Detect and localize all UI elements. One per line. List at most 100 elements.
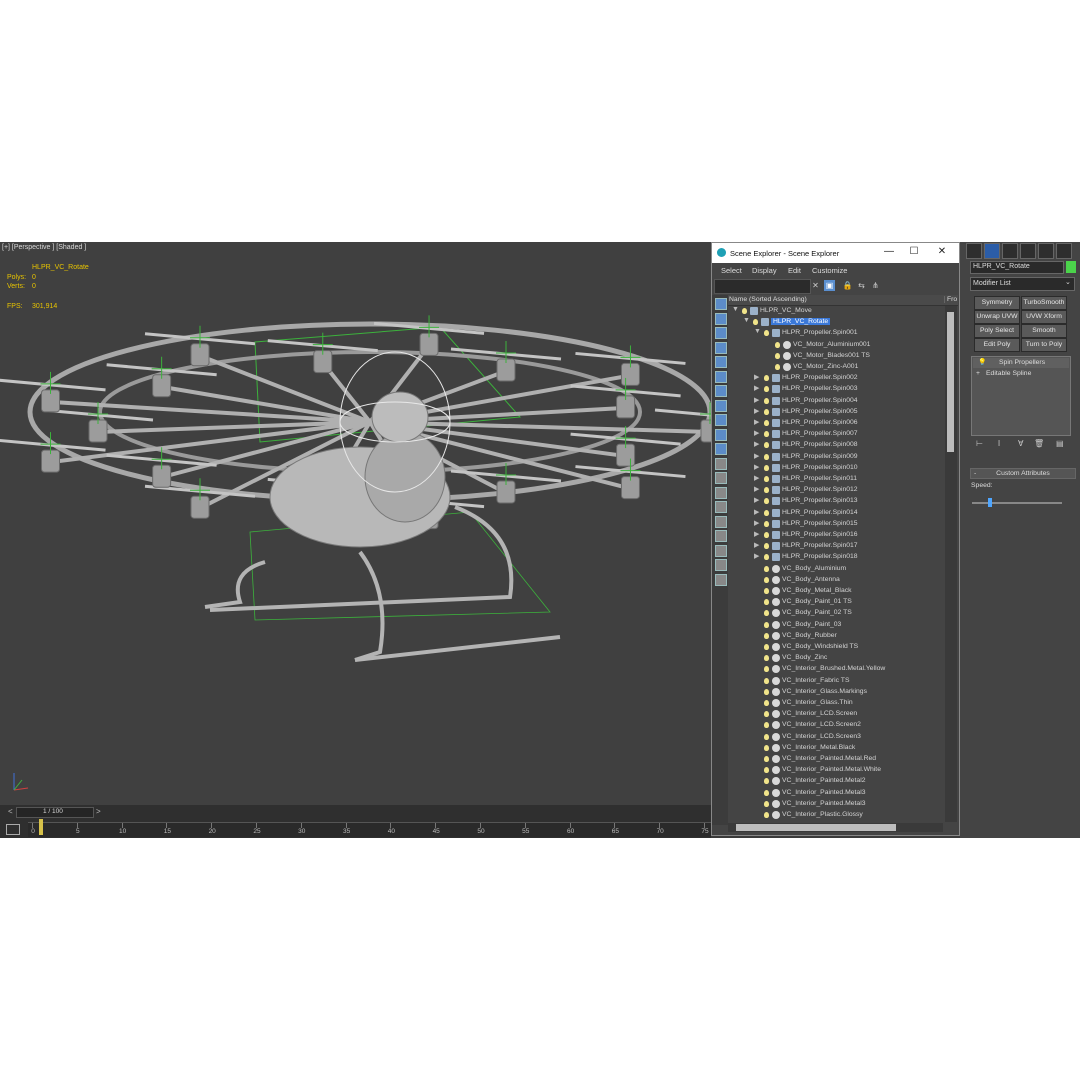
- explorer-tool-icon[interactable]: [715, 457, 727, 470]
- visibility-bulb-icon[interactable]: [775, 352, 780, 359]
- scene-list-row[interactable]: ▶ HLPR_Propeller.Spin012: [728, 485, 943, 496]
- visibility-bulb-icon[interactable]: [764, 408, 769, 415]
- turn-to-poly-button[interactable]: Turn to Poly: [1021, 338, 1067, 352]
- pin-stack-icon[interactable]: ⊢: [976, 439, 983, 448]
- scene-list-row[interactable]: VC_Interior_LCD.Screen2: [728, 720, 943, 731]
- scene-list-row[interactable]: ▼ HLPR_VC_Move: [728, 306, 943, 317]
- visibility-bulb-icon[interactable]: [764, 442, 769, 449]
- motion-tab-icon[interactable]: [1020, 243, 1036, 259]
- smooth-button[interactable]: Smooth: [1021, 324, 1067, 338]
- vertical-scrollbar[interactable]: [945, 306, 957, 822]
- visibility-bulb-icon[interactable]: [764, 800, 769, 807]
- column-name-header[interactable]: Name (Sorted Ascending): [729, 296, 807, 303]
- scene-list-row[interactable]: VC_Body_Windshield TS: [728, 642, 943, 653]
- visibility-bulb-icon[interactable]: [764, 733, 769, 740]
- scrollbar-thumb[interactable]: [947, 312, 954, 452]
- visibility-bulb-icon[interactable]: [764, 453, 769, 460]
- expand-arrow-icon[interactable]: ▶: [754, 373, 759, 381]
- visibility-bulb-icon[interactable]: [764, 509, 769, 516]
- scene-list-row[interactable]: ▶ HLPR_Propeller.Spin018: [728, 552, 943, 563]
- visibility-bulb-icon[interactable]: [764, 487, 769, 494]
- scene-list-row[interactable]: VC_Interior_Glass.Markings: [728, 687, 943, 698]
- visibility-bulb-icon[interactable]: [775, 341, 780, 348]
- scene-list-row[interactable]: VC_Body_Zinc: [728, 653, 943, 664]
- explorer-tool-icon[interactable]: [715, 370, 727, 383]
- scene-list-row[interactable]: ▶ HLPR_Propeller.Spin003: [728, 384, 943, 395]
- hierarchy-icon[interactable]: ⇆: [856, 280, 867, 291]
- scene-list-row[interactable]: ▶ HLPR_Propeller.Spin016: [728, 530, 943, 541]
- expand-arrow-icon[interactable]: ▶: [754, 496, 759, 504]
- visibility-bulb-icon[interactable]: [764, 700, 769, 706]
- explorer-tool-icon[interactable]: [715, 399, 727, 412]
- visibility-bulb-icon[interactable]: [764, 498, 769, 505]
- menu-display[interactable]: Display: [752, 266, 777, 275]
- stack-item-spin-propellers[interactable]: 💡 Spin Propellers: [973, 358, 1069, 368]
- expand-arrow-icon[interactable]: ▶: [754, 485, 759, 493]
- visibility-bulb-icon[interactable]: [764, 621, 769, 628]
- menu-select[interactable]: Select: [721, 266, 742, 275]
- scene-list-row[interactable]: VC_Interior_Painted.Metal2: [728, 776, 943, 787]
- create-tab-icon[interactable]: [966, 243, 982, 259]
- visibility-bulb-icon[interactable]: [764, 397, 769, 404]
- filter-toggle-icon[interactable]: ▣: [824, 280, 835, 291]
- scene-list-row[interactable]: VC_Interior_Painted.Metal3: [728, 788, 943, 799]
- scene-list-row[interactable]: VC_Interior_Plastic.Glossy: [728, 810, 943, 821]
- object-color-swatch[interactable]: [1066, 261, 1076, 273]
- scene-list-row[interactable]: VC_Interior_Fabric TS: [728, 676, 943, 687]
- expand-arrow-icon[interactable]: ▶: [754, 429, 759, 437]
- visibility-bulb-icon[interactable]: [764, 588, 769, 594]
- scene-list-row[interactable]: VC_Interior_Painted.Metal.Red: [728, 754, 943, 765]
- scene-list-row[interactable]: ▶ HLPR_Propeller.Spin007: [728, 429, 943, 440]
- visibility-bulb-icon[interactable]: [764, 543, 769, 550]
- scene-list-row[interactable]: VC_Interior_LCD.Screen3: [728, 732, 943, 743]
- scene-list-row[interactable]: ▶ HLPR_Propeller.Spin015: [728, 519, 943, 530]
- scene-list-row[interactable]: ▼ HLPR_VC_Rotate: [728, 317, 943, 328]
- column-frozen-header[interactable]: Fro: [944, 296, 957, 303]
- visibility-bulb-icon[interactable]: [764, 744, 769, 751]
- visibility-bulb-icon[interactable]: [764, 386, 769, 393]
- current-frame-marker[interactable]: [39, 819, 43, 835]
- expand-arrow-icon[interactable]: ▶: [754, 508, 759, 516]
- remove-modifier-icon[interactable]: 🗑: [1034, 439, 1044, 448]
- explorer-tool-icon[interactable]: [715, 327, 727, 339]
- visibility-bulb-icon[interactable]: [764, 610, 769, 617]
- expand-arrow-icon[interactable]: ▶: [754, 530, 759, 538]
- visibility-bulb-icon[interactable]: [764, 554, 769, 561]
- modifier-list-dropdown[interactable]: Modifier List ⌄: [970, 277, 1075, 291]
- explorer-tool-icon[interactable]: [715, 356, 727, 368]
- visibility-bulb-icon[interactable]: [764, 789, 769, 796]
- bulb-icon[interactable]: 💡: [978, 358, 986, 366]
- speed-slider-track[interactable]: [972, 502, 1062, 504]
- scene-list-row[interactable]: VC_Body_Rubber: [728, 631, 943, 642]
- expand-arrow-icon[interactable]: ▶: [754, 396, 759, 404]
- explorer-tool-icon[interactable]: [715, 515, 727, 528]
- visibility-bulb-icon[interactable]: [764, 767, 769, 774]
- uvw-xform-button[interactable]: UVW Xform: [1021, 310, 1067, 324]
- horizontal-scrollbar[interactable]: [728, 823, 943, 832]
- visibility-bulb-icon[interactable]: [764, 666, 769, 673]
- scene-list-row[interactable]: VC_Motor_Zinc-A001: [728, 362, 943, 373]
- expand-arrow-icon[interactable]: ▶: [754, 474, 759, 482]
- visibility-bulb-icon[interactable]: [764, 655, 769, 662]
- expand-arrow-icon[interactable]: ▶: [754, 552, 759, 560]
- explorer-tool-icon[interactable]: [715, 544, 727, 557]
- scene-list-row[interactable]: ▶ HLPR_Propeller.Spin009: [728, 452, 943, 463]
- explorer-tool-icon[interactable]: [715, 573, 727, 586]
- visibility-bulb-icon[interactable]: [764, 644, 769, 650]
- scrollbar-thumb[interactable]: [736, 824, 896, 831]
- next-frame-button[interactable]: >: [96, 807, 101, 816]
- expand-arrow-icon[interactable]: ▶: [754, 463, 759, 471]
- expand-arrow-icon[interactable]: ▶: [754, 519, 759, 527]
- visibility-bulb-icon[interactable]: [742, 308, 747, 314]
- visibility-bulb-icon[interactable]: [764, 420, 769, 426]
- scene-list-row[interactable]: VC_Body_Paint_01 TS: [728, 597, 943, 608]
- explorer-tool-icon[interactable]: [715, 341, 727, 354]
- scene-list-row[interactable]: VC_Body_Metal_Black: [728, 586, 943, 597]
- scene-list-row[interactable]: VC_Body_Paint_02 TS: [728, 608, 943, 619]
- visibility-bulb-icon[interactable]: [764, 464, 769, 471]
- viewport-scene[interactable]: [0, 242, 711, 805]
- explorer-tool-icon[interactable]: [715, 559, 727, 571]
- explorer-tool-icon[interactable]: [715, 501, 727, 513]
- visibility-bulb-icon[interactable]: [753, 319, 758, 326]
- explorer-tool-icon[interactable]: [715, 298, 727, 310]
